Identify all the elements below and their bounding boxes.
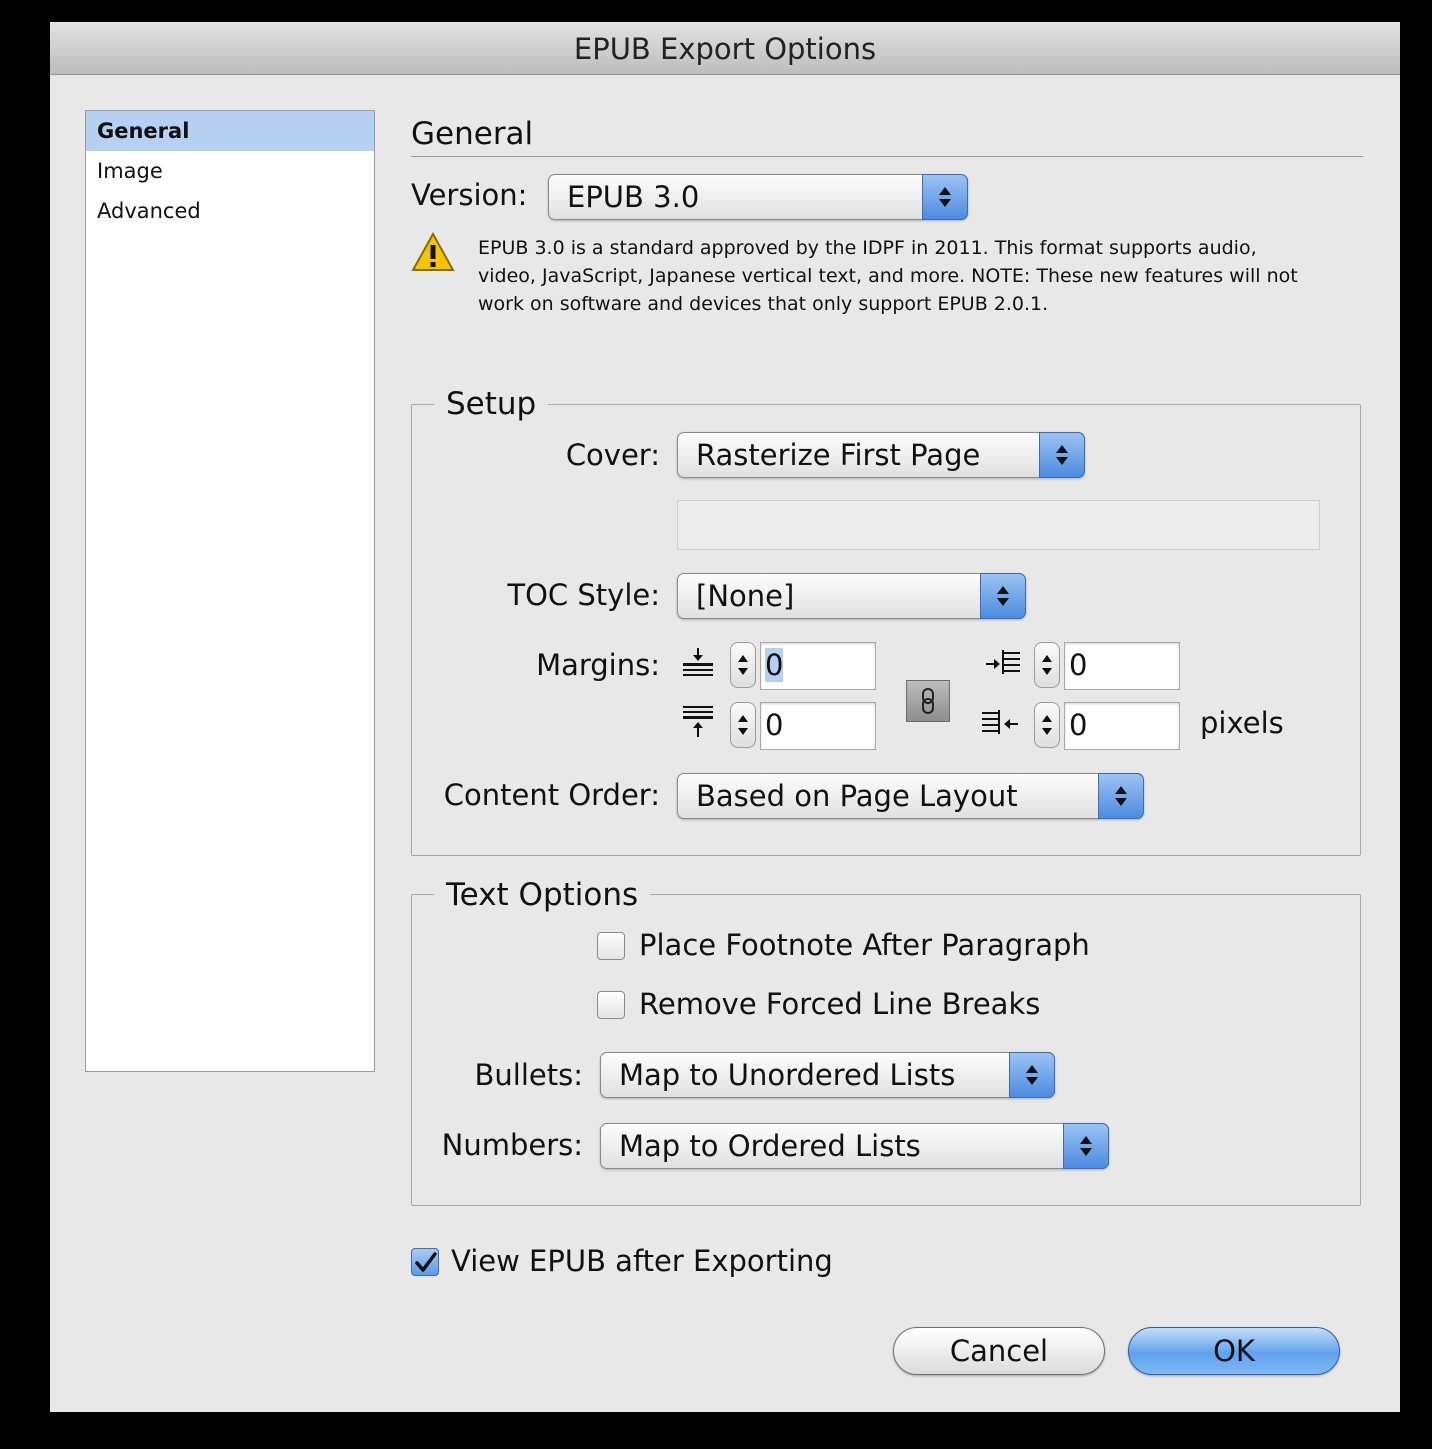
popup-arrows-icon xyxy=(1009,1052,1055,1098)
version-value: EPUB 3.0 xyxy=(567,180,700,214)
line-breaks-checkbox-label: Remove Forced Line Breaks xyxy=(639,987,1041,1021)
bullets-popup[interactable]: Map to Unordered Lists xyxy=(600,1052,1055,1098)
popup-arrows-icon xyxy=(980,573,1026,619)
content-order-label: Content Order: xyxy=(443,778,660,812)
cover-popup[interactable]: Rasterize First Page xyxy=(677,432,1085,478)
numbers-label: Numbers: xyxy=(441,1128,583,1162)
margin-bottom-icon xyxy=(683,706,713,737)
margin-top-input[interactable]: 0 xyxy=(760,642,876,690)
popup-arrows-icon xyxy=(922,174,968,220)
sidebar-item-image[interactable]: Image xyxy=(86,151,374,191)
content-order-popup[interactable]: Based on Page Layout xyxy=(677,773,1144,819)
margin-right-value: 0 xyxy=(1069,708,1088,742)
warning-line: video, JavaScript, Japanese vertical tex… xyxy=(478,265,1298,287)
margin-left-stepper[interactable] xyxy=(1034,642,1060,688)
margin-left-value: 0 xyxy=(1069,648,1088,682)
margin-left-icon xyxy=(986,650,1020,674)
toc-style-label: TOC Style: xyxy=(507,578,660,612)
sidebar-item-general[interactable]: General xyxy=(86,111,374,151)
bullets-label: Bullets: xyxy=(474,1058,583,1092)
margins-label: Margins: xyxy=(536,648,660,682)
margin-right-icon xyxy=(982,710,1018,734)
view-after-export-checkbox[interactable] xyxy=(411,1248,439,1276)
popup-arrows-icon xyxy=(1063,1123,1109,1169)
sidebar-item-advanced[interactable]: Advanced xyxy=(86,191,374,231)
numbers-popup[interactable]: Map to Ordered Lists xyxy=(600,1123,1109,1169)
footnote-checkbox-label: Place Footnote After Paragraph xyxy=(639,928,1090,962)
margin-bottom-value: 0 xyxy=(765,708,784,742)
view-after-export-label: View EPUB after Exporting xyxy=(451,1244,833,1278)
cancel-button[interactable]: Cancel xyxy=(893,1327,1105,1375)
epub-export-dialog: EPUB Export Options General Image Advanc… xyxy=(50,22,1400,1412)
ok-button[interactable]: OK xyxy=(1128,1327,1340,1375)
version-popup[interactable]: EPUB 3.0 xyxy=(548,174,968,220)
content-order-value: Based on Page Layout xyxy=(696,779,1018,813)
toc-style-popup[interactable]: [None] xyxy=(677,573,1026,619)
warning-icon xyxy=(411,232,455,271)
warning-line: work on software and devices that only s… xyxy=(478,293,1049,315)
margin-right-input[interactable]: 0 xyxy=(1064,702,1180,750)
cover-label: Cover: xyxy=(565,438,660,472)
toc-style-value: [None] xyxy=(696,579,795,613)
checkmark-icon xyxy=(415,1252,437,1272)
cover-image-path-field xyxy=(677,500,1320,550)
category-list: General Image Advanced xyxy=(85,110,375,1072)
margin-bottom-input[interactable]: 0 xyxy=(760,702,876,750)
margin-top-icon xyxy=(683,648,713,676)
margin-top-value: 0 xyxy=(765,648,784,682)
margin-right-stepper[interactable] xyxy=(1034,702,1060,748)
heading-divider xyxy=(411,156,1363,157)
cover-value: Rasterize First Page xyxy=(696,438,981,472)
footnote-checkbox[interactable] xyxy=(597,932,625,960)
link-margins-button[interactable] xyxy=(906,680,950,722)
warning-text: EPUB 3.0 is a standard approved by the I… xyxy=(478,234,1298,318)
setup-title: Setup xyxy=(434,386,549,422)
margin-left-input[interactable]: 0 xyxy=(1064,642,1180,690)
warning-line: EPUB 3.0 is a standard approved by the I… xyxy=(478,237,1257,259)
version-label: Version: xyxy=(411,178,528,212)
margin-top-stepper[interactable] xyxy=(730,642,756,688)
margin-bottom-stepper[interactable] xyxy=(730,702,756,748)
text-options-title: Text Options xyxy=(434,877,651,913)
bullets-value: Map to Unordered Lists xyxy=(619,1058,956,1092)
numbers-value: Map to Ordered Lists xyxy=(619,1129,921,1163)
popup-arrows-icon xyxy=(1098,773,1144,819)
section-heading: General xyxy=(411,116,534,152)
margin-units: pixels xyxy=(1200,706,1284,740)
line-breaks-checkbox[interactable] xyxy=(597,991,625,1019)
chain-link-icon xyxy=(922,688,934,714)
dialog-title: EPUB Export Options xyxy=(50,22,1400,75)
popup-arrows-icon xyxy=(1039,432,1085,478)
